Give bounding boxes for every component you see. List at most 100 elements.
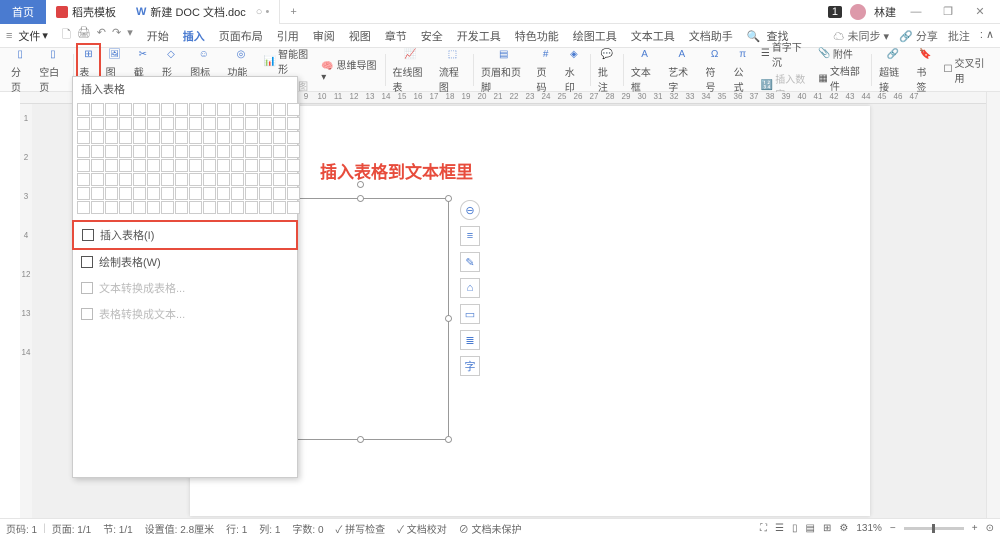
grid-cell[interactable] bbox=[175, 159, 188, 172]
grid-cell[interactable] bbox=[77, 159, 90, 172]
menu-icon[interactable]: ≡ bbox=[6, 30, 12, 42]
dropcap-button[interactable]: ☰ 首字下沉 bbox=[761, 39, 811, 69]
grid-cell[interactable] bbox=[203, 131, 216, 144]
notification-badge[interactable]: 1 bbox=[828, 6, 842, 18]
grid-cell[interactable] bbox=[189, 159, 202, 172]
tab-start[interactable]: 开始 bbox=[141, 28, 175, 44]
grid-cell[interactable] bbox=[273, 103, 286, 116]
grid-cell[interactable] bbox=[175, 117, 188, 130]
grid-cell[interactable] bbox=[105, 117, 118, 130]
bookmark-button[interactable]: 🔖书签 bbox=[911, 46, 939, 94]
grid-cell[interactable] bbox=[105, 131, 118, 144]
grid-cell[interactable] bbox=[91, 201, 104, 214]
grid-cell[interactable] bbox=[119, 103, 132, 116]
grid-cell[interactable] bbox=[77, 187, 90, 200]
grid-cell[interactable] bbox=[259, 117, 272, 130]
grid-cell[interactable] bbox=[231, 159, 244, 172]
grid-cell[interactable] bbox=[217, 145, 230, 158]
grid-cell[interactable] bbox=[133, 201, 146, 214]
tab-texttools[interactable]: 文本工具 bbox=[625, 28, 681, 44]
grid-cell[interactable] bbox=[287, 145, 300, 158]
annotate-button[interactable]: 批注 bbox=[948, 28, 970, 44]
tab-features[interactable]: 特色功能 bbox=[509, 28, 565, 44]
comment-button[interactable]: 💬批注 bbox=[593, 46, 621, 94]
fit-button[interactable]: ⊙ bbox=[986, 523, 994, 534]
grid-cell[interactable] bbox=[273, 131, 286, 144]
grid-cell[interactable] bbox=[245, 187, 258, 200]
grid-cell[interactable] bbox=[203, 145, 216, 158]
grid-cell[interactable] bbox=[245, 173, 258, 186]
close-button[interactable]: ✕ bbox=[968, 5, 992, 18]
grid-cell[interactable] bbox=[147, 187, 160, 200]
grid-cell[interactable] bbox=[217, 131, 230, 144]
formula-button[interactable]: π公式 bbox=[729, 46, 757, 94]
vertical-ruler[interactable]: 1234121314 bbox=[20, 104, 32, 518]
minimize-button[interactable]: — bbox=[904, 6, 928, 18]
new-icon[interactable]: 🗋 bbox=[62, 26, 71, 45]
grid-cell[interactable] bbox=[105, 173, 118, 186]
status-spellcheck[interactable]: ✓ 拼写检查 bbox=[336, 521, 386, 536]
grid-cell[interactable] bbox=[189, 103, 202, 116]
redo-icon[interactable]: ↷ bbox=[112, 26, 121, 45]
grid-cell[interactable] bbox=[203, 103, 216, 116]
resize-handle-tm[interactable] bbox=[357, 195, 364, 202]
grid-cell[interactable] bbox=[245, 117, 258, 130]
tab-template[interactable]: 稻壳模板 bbox=[46, 0, 126, 24]
grid-cell[interactable] bbox=[161, 145, 174, 158]
grid-cell[interactable] bbox=[231, 187, 244, 200]
tab-pagelayout[interactable]: 页面布局 bbox=[213, 28, 269, 44]
view-web-icon[interactable]: ▤ bbox=[806, 523, 815, 534]
grid-cell[interactable] bbox=[91, 117, 104, 130]
grid-cell[interactable] bbox=[161, 159, 174, 172]
chevron-down-icon[interactable]: ▾ bbox=[127, 26, 133, 45]
grid-cell[interactable] bbox=[231, 103, 244, 116]
tab-references[interactable]: 引用 bbox=[271, 28, 305, 44]
grid-cell[interactable] bbox=[259, 187, 272, 200]
tab-insert[interactable]: 插入 bbox=[177, 28, 211, 44]
grid-cell[interactable] bbox=[287, 117, 300, 130]
status-page[interactable]: 页码: 1 bbox=[6, 521, 37, 536]
grid-cell[interactable] bbox=[161, 201, 174, 214]
view-settings-icon[interactable]: ⚙ bbox=[839, 523, 848, 534]
grid-cell[interactable] bbox=[231, 201, 244, 214]
grid-cell[interactable] bbox=[133, 131, 146, 144]
grid-cell[interactable] bbox=[287, 173, 300, 186]
view-read-icon[interactable]: ☰ bbox=[775, 523, 784, 534]
grid-cell[interactable] bbox=[273, 173, 286, 186]
float-tool-layout[interactable]: ≡ bbox=[460, 226, 480, 246]
grid-cell[interactable] bbox=[119, 145, 132, 158]
status-docproof[interactable]: ✓ 文档校对 bbox=[397, 521, 447, 536]
zoom-in-button[interactable]: + bbox=[972, 523, 978, 534]
view-page-icon[interactable]: ▯ bbox=[792, 523, 798, 534]
tab-dochelper[interactable]: 文档助手 bbox=[683, 28, 739, 44]
float-tool-collapse[interactable]: ⊖ bbox=[460, 200, 480, 220]
grid-cell[interactable] bbox=[175, 187, 188, 200]
grid-cell[interactable] bbox=[217, 187, 230, 200]
grid-cell[interactable] bbox=[245, 159, 258, 172]
grid-cell[interactable] bbox=[133, 103, 146, 116]
right-sidebar[interactable] bbox=[986, 92, 1000, 518]
grid-cell[interactable] bbox=[287, 131, 300, 144]
grid-cell[interactable] bbox=[259, 131, 272, 144]
tab-security[interactable]: 安全 bbox=[415, 28, 449, 44]
float-tool-outline[interactable]: ▭ bbox=[460, 304, 480, 324]
docparts-button[interactable]: ▦ 文档部件 bbox=[818, 63, 865, 93]
grid-cell[interactable] bbox=[175, 145, 188, 158]
grid-cell[interactable] bbox=[231, 117, 244, 130]
grid-cell[interactable] bbox=[77, 131, 90, 144]
grid-cell[interactable] bbox=[217, 117, 230, 130]
page-break-button[interactable]: ▯分页 bbox=[6, 46, 34, 94]
grid-cell[interactable] bbox=[245, 103, 258, 116]
grid-cell[interactable] bbox=[231, 145, 244, 158]
grid-cell[interactable] bbox=[245, 201, 258, 214]
grid-cell[interactable] bbox=[245, 131, 258, 144]
grid-cell[interactable] bbox=[273, 187, 286, 200]
grid-cell[interactable] bbox=[217, 201, 230, 214]
grid-cell[interactable] bbox=[161, 103, 174, 116]
tab-view[interactable]: 视图 bbox=[343, 28, 377, 44]
headerfooter-button[interactable]: ▤页眉和页脚 bbox=[476, 46, 531, 94]
grid-cell[interactable] bbox=[203, 117, 216, 130]
grid-cell[interactable] bbox=[77, 145, 90, 158]
more-icon[interactable]: : ∧ bbox=[980, 28, 994, 44]
onlinechart-button[interactable]: 📈在线图表 bbox=[387, 46, 433, 94]
